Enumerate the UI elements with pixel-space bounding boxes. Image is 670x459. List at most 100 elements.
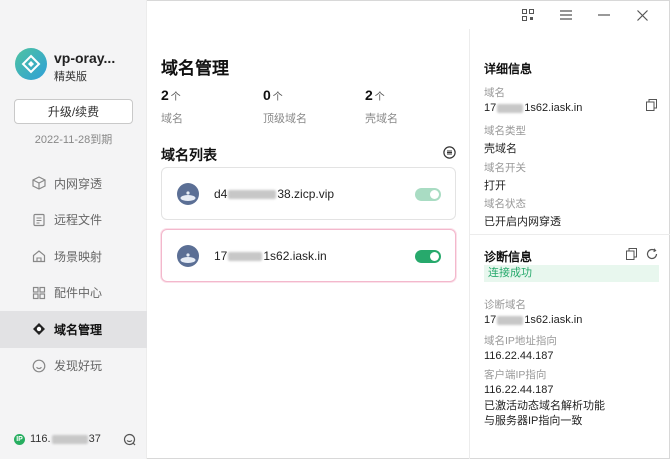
main-content: 域名管理 2个 域名 0个 顶级域名 2个 壳域名 域名列表 d4 38.zicp… [147, 0, 469, 459]
ip-suffix: 37 [88, 433, 101, 445]
app-edition: 精英版 [54, 71, 87, 83]
sidebar-item-label: 配件中心 [54, 286, 103, 301]
masked-text [228, 251, 263, 261]
logo-icon [21, 54, 41, 74]
domain-prefix: 17 [214, 248, 228, 263]
sidebar-item-tunnel[interactable]: 内网穿透 [0, 165, 147, 202]
domain-suffix: 38.zicp.vip [277, 186, 335, 201]
sidebar-item-label: 发现好玩 [54, 359, 103, 374]
domain-suffix: 1s62.iask.in [263, 248, 327, 263]
field-value: 打开 [484, 180, 506, 192]
field-value: 17 1s62.iask.in [484, 314, 582, 326]
field-label: 诊断域名 [484, 299, 526, 311]
stat-unit: 个 [374, 92, 385, 103]
smile-icon [32, 359, 46, 373]
masked-text [497, 315, 524, 325]
field-label: 域名 [484, 87, 505, 99]
divider [470, 234, 670, 235]
sidebar-item-domain[interactable]: 域名管理 [0, 311, 147, 348]
sidebar-nav: 内网穿透 远程文件 场景映射 配件中心 域名管理 发现好玩 [0, 165, 147, 384]
domain-stats: 2个 域名 0个 顶级域名 2个 壳域名 [161, 87, 467, 126]
diag-title: 诊断信息 [484, 250, 533, 264]
menu-icon[interactable] [556, 7, 576, 23]
ip-icon: IP [14, 433, 25, 445]
detail-type: 域名类型 壳域名 [484, 123, 526, 156]
ip-prefix: 116. [30, 433, 51, 445]
grid-icon [32, 286, 46, 300]
home-icon [32, 249, 46, 263]
domain-suffix: 1s62.iask.in [524, 314, 583, 326]
public-ip: IP 116. 37 [14, 433, 101, 445]
domain-card-selected[interactable]: 17 1s62.iask.in [161, 229, 456, 282]
diag-domain: 诊断域名 17 1s62.iask.in [484, 297, 582, 326]
close-icon[interactable] [632, 7, 652, 23]
refresh-ip-icon[interactable] [123, 433, 136, 449]
copy-icon[interactable] [646, 99, 657, 114]
sidebar-item-label: 场景映射 [54, 249, 103, 264]
sidebar: vp-oray... 精英版 升级/续费 2022-11-28到期 内网穿透 远… [0, 0, 147, 459]
stat-label: 壳域名 [365, 113, 398, 125]
diag-client-ip: 客户端IP指向 116.22.44.187 [484, 367, 554, 396]
copy-icon[interactable] [626, 248, 637, 263]
field-label: 域名IP地址指向 [484, 335, 557, 347]
sidebar-item-accessory[interactable]: 配件中心 [0, 275, 147, 312]
detail-panel: 详细信息 域名 17 1s62.iask.in 域名类型 壳域名 域名开关 打开 … [469, 29, 670, 459]
tunnel-icon [32, 176, 46, 190]
domain-toggle[interactable] [415, 188, 441, 201]
stat-number: 2 [365, 87, 373, 103]
diag-result-badge: 连接成功 [484, 265, 659, 282]
detail-domain: 域名 17 1s62.iask.in [484, 85, 582, 114]
domain-prefix: d4 [214, 186, 228, 201]
domain-globe-icon [177, 182, 199, 205]
field-value: 已开启内网穿透 [484, 216, 561, 228]
note-line: 与服务器IP指向一致 [484, 415, 583, 427]
domain-globe-icon [177, 244, 199, 267]
note-line: 已激活动态域名解析功能 [484, 400, 605, 412]
detail-switch: 域名开关 打开 [484, 160, 526, 193]
stat-number: 0 [263, 87, 271, 103]
field-label: 域名开关 [484, 162, 526, 174]
domain-list-title: 域名列表 [161, 147, 217, 163]
app-logo [15, 48, 47, 80]
stat-unit: 个 [170, 92, 181, 103]
sidebar-item-discover[interactable]: 发现好玩 [0, 348, 147, 385]
qrcode-icon[interactable] [518, 7, 538, 23]
field-value: 116.22.44.187 [484, 350, 554, 362]
domain-name: 17 1s62.iask.in [214, 249, 327, 263]
sidebar-item-remote-file[interactable]: 远程文件 [0, 202, 147, 239]
detail-title: 详细信息 [484, 62, 533, 76]
app-name: vp-oray... [54, 50, 116, 66]
stat-top-domains: 0个 顶级域名 [263, 87, 365, 126]
window-controls [518, 7, 652, 23]
field-value: 17 1s62.iask.in [484, 102, 582, 114]
diag-note: 已激活动态域名解析功能 与服务器IP指向一致 [484, 399, 664, 429]
sidebar-item-scene[interactable]: 场景映射 [0, 238, 147, 275]
domain-suffix: 1s62.iask.in [524, 102, 583, 114]
list-options-icon[interactable] [443, 146, 456, 162]
domain-card[interactable]: d4 38.zicp.vip [161, 167, 456, 220]
stat-label: 顶级域名 [263, 113, 307, 125]
domain-toggle[interactable] [415, 250, 441, 263]
masked-text [51, 434, 88, 444]
field-label: 客户端IP指向 [484, 369, 547, 381]
field-label: 域名类型 [484, 125, 526, 137]
upgrade-button[interactable]: 升级/续费 [14, 99, 133, 124]
stat-number: 2 [161, 87, 169, 103]
sidebar-item-label: 内网穿透 [54, 176, 103, 191]
expire-date: 2022-11-28到期 [34, 134, 113, 146]
domain-icon [32, 322, 46, 336]
field-value: 壳域名 [484, 143, 517, 155]
refresh-icon[interactable] [646, 248, 658, 263]
stat-label: 域名 [161, 113, 183, 125]
minimize-icon[interactable] [594, 7, 614, 23]
field-value: 116.22.44.187 [484, 384, 554, 396]
sidebar-item-label: 远程文件 [54, 213, 103, 228]
domain-prefix: 17 [484, 314, 497, 326]
domain-prefix: 17 [484, 102, 497, 114]
stat-shell-domains: 2个 壳域名 [365, 87, 467, 126]
page-title: 域名管理 [161, 59, 229, 78]
sidebar-item-label: 域名管理 [54, 322, 103, 337]
stat-domains: 2个 域名 [161, 87, 263, 126]
file-icon [32, 213, 46, 227]
detail-status: 域名状态 已开启内网穿透 [484, 196, 561, 229]
